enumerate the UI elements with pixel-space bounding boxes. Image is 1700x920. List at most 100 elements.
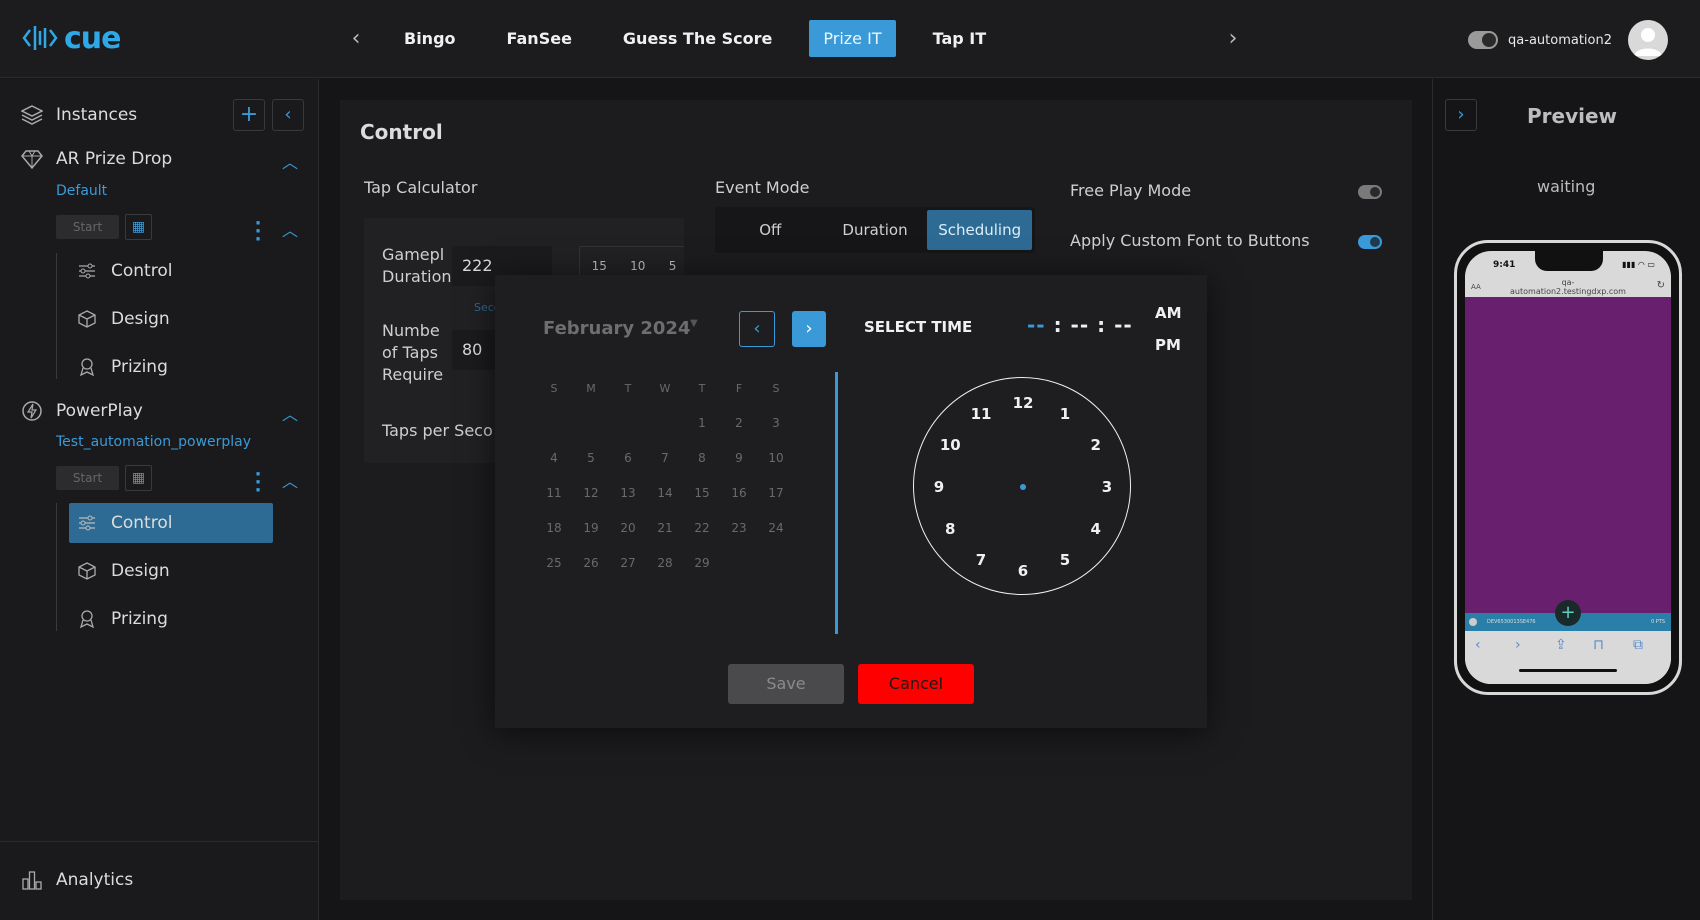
avatar[interactable] [1628, 20, 1668, 60]
more-vertical-icon[interactable]: · · · [253, 466, 263, 500]
calendar-day[interactable]: 29 [687, 551, 717, 575]
month-label[interactable]: February 2024 [543, 318, 690, 339]
clock-number[interactable]: 7 [969, 550, 993, 570]
tabs-next-arrow-icon[interactable]: › [1221, 26, 1245, 52]
clock-number[interactable]: 4 [1084, 519, 1108, 539]
collapse-sidebar-button[interactable]: ‹ [272, 99, 304, 131]
calendar-day[interactable]: 14 [650, 481, 680, 505]
free-play-toggle[interactable] [1358, 185, 1382, 199]
sidebar-item-control[interactable]: Control [69, 251, 273, 291]
clock-number[interactable]: 12 [1011, 393, 1035, 413]
event-mode-scheduling[interactable]: Scheduling [927, 210, 1033, 250]
group-ar-prize-drop[interactable]: AR Prize Drop [20, 147, 172, 171]
expand-preview-button[interactable]: › [1445, 99, 1477, 131]
calendar-day[interactable]: 18 [539, 516, 569, 540]
start-button[interactable]: Start [56, 466, 119, 490]
sidebar-item-design[interactable]: Design [69, 551, 273, 591]
clock-number[interactable]: 9 [927, 477, 951, 497]
am-button[interactable]: AM [1155, 304, 1182, 322]
pm-button[interactable]: PM [1155, 336, 1181, 354]
chevron-up-icon[interactable]: ︿ [280, 468, 300, 492]
calendar-day[interactable]: 11 [539, 481, 569, 505]
clock-number[interactable]: 3 [1095, 477, 1119, 497]
clock-number[interactable]: 6 [1011, 561, 1035, 581]
prev-month-button[interactable]: ‹ [739, 311, 775, 347]
calendar-day[interactable]: 26 [576, 551, 606, 575]
instance-test-automation-link[interactable]: Test_automation_powerplay [56, 434, 251, 450]
tab-bingo[interactable]: Bingo [390, 20, 470, 57]
award-icon [75, 607, 99, 631]
calendar-day[interactable]: 22 [687, 516, 717, 540]
time-hours[interactable]: -- [1027, 313, 1046, 337]
theme-toggle[interactable] [1468, 31, 1499, 49]
cancel-button[interactable]: Cancel [858, 664, 974, 704]
calendar-day[interactable]: 2 [724, 411, 754, 435]
preset-5[interactable]: 5 [669, 259, 677, 273]
group-powerplay[interactable]: PowerPlay [20, 399, 143, 423]
calendar-day[interactable]: 5 [576, 446, 606, 470]
clock-face[interactable]: 12 1 2 3 4 5 6 7 8 9 10 11 [913, 377, 1131, 595]
sidebar-item-analytics[interactable]: Analytics [20, 868, 133, 892]
sidebar-item-design[interactable]: Design [69, 299, 273, 339]
sidebar-item-prizing[interactable]: Prizing [69, 599, 273, 639]
clock-number[interactable]: 8 [938, 519, 962, 539]
calendar-day[interactable]: 8 [687, 446, 717, 470]
sidebar-item-prizing[interactable]: Prizing [69, 347, 273, 387]
qr-code-icon[interactable]: ▦ [125, 465, 152, 491]
calendar-day[interactable]: 17 [761, 481, 791, 505]
chevron-up-icon[interactable]: ︿ [280, 217, 300, 241]
save-button[interactable]: Save [728, 664, 844, 704]
clock-number[interactable]: 11 [969, 404, 993, 424]
plus-icon: + [1555, 600, 1581, 626]
clock-number[interactable]: 10 [938, 435, 962, 455]
event-mode-duration[interactable]: Duration [823, 210, 928, 250]
calendar-day[interactable]: 23 [724, 516, 754, 540]
calendar-day[interactable]: 3 [761, 411, 791, 435]
instance-default-link[interactable]: Default [56, 183, 107, 199]
start-button[interactable]: Start [56, 215, 119, 239]
calendar-day[interactable]: 9 [724, 446, 754, 470]
calendar-day[interactable]: 25 [539, 551, 569, 575]
calendar-day[interactable]: 7 [650, 446, 680, 470]
custom-font-toggle[interactable] [1358, 235, 1382, 249]
calendar-day[interactable]: 21 [650, 516, 680, 540]
time-seconds[interactable]: -- [1114, 313, 1133, 337]
logo[interactable]: cue [22, 20, 121, 56]
clock-number[interactable]: 1 [1053, 404, 1077, 424]
calendar-day[interactable]: 13 [613, 481, 643, 505]
calendar-day[interactable]: 28 [650, 551, 680, 575]
calendar-day[interactable]: 16 [724, 481, 754, 505]
tab-guess-the-score[interactable]: Guess The Score [609, 20, 786, 57]
add-instance-button[interactable]: + [233, 99, 265, 131]
event-mode-off[interactable]: Off [718, 210, 823, 250]
calendar-day[interactable]: 4 [539, 446, 569, 470]
tab-tap-it[interactable]: Tap IT [919, 20, 1001, 57]
tabs-prev-arrow-icon[interactable]: ‹ [344, 26, 368, 52]
time-readout[interactable]: -- : -- : -- [1027, 313, 1133, 337]
sidebar-item-control[interactable]: Control [69, 503, 273, 543]
calendar-day[interactable]: 27 [613, 551, 643, 575]
calendar-day[interactable]: 24 [761, 516, 791, 540]
qr-code-icon[interactable]: ▦ [125, 214, 152, 240]
calendar-day[interactable]: 1 [687, 411, 717, 435]
caret-down-icon[interactable]: ▼ [690, 318, 698, 329]
calendar-day[interactable]: 6 [613, 446, 643, 470]
preset-10[interactable]: 10 [630, 259, 645, 273]
next-month-button[interactable]: › [792, 311, 826, 347]
calendar-day[interactable]: 12 [576, 481, 606, 505]
clock-number[interactable]: 2 [1084, 435, 1108, 455]
sidebar-item-label: Prizing [111, 357, 168, 377]
tab-fansee[interactable]: FanSee [493, 20, 586, 57]
more-vertical-icon[interactable]: · · · [253, 215, 263, 249]
chevron-up-icon[interactable]: ︿ [280, 149, 300, 173]
calendar-day[interactable]: 10 [761, 446, 791, 470]
calendar-day[interactable]: 20 [613, 516, 643, 540]
divider [0, 841, 319, 842]
calendar-day[interactable]: 15 [687, 481, 717, 505]
tab-prize-it[interactable]: Prize IT [809, 20, 896, 57]
calendar-day[interactable]: 19 [576, 516, 606, 540]
preset-15[interactable]: 15 [592, 259, 607, 273]
clock-number[interactable]: 5 [1053, 550, 1077, 570]
time-minutes[interactable]: -- [1071, 313, 1090, 337]
chevron-up-icon[interactable]: ︿ [280, 401, 300, 425]
